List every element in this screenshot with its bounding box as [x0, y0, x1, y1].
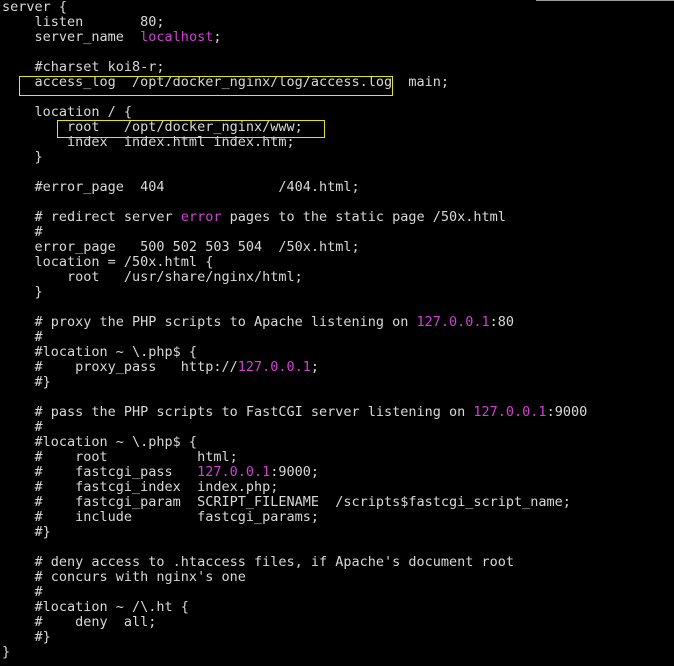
highlighted-token: localhost: [140, 29, 214, 45]
code-text: listen 80;: [2, 14, 165, 30]
code-line: }: [2, 150, 587, 165]
highlighted-token: 127.0.0.1: [237, 359, 311, 375]
code-line: # fastcgi_index index.php;: [2, 480, 587, 495]
code-text: #: [2, 584, 43, 600]
code-line: #: [2, 585, 587, 600]
code-text: #location ~ /\.ht {: [2, 599, 189, 615]
code-text: # fastcgi_pass: [2, 464, 198, 480]
code-line: # deny all;: [2, 615, 587, 630]
code-line: root /usr/share/nginx/html;: [2, 270, 587, 285]
code-text: # deny access to .htaccess files, if Apa…: [2, 554, 515, 570]
code-line: #: [2, 420, 587, 435]
highlighted-token: error: [180, 209, 222, 225]
code-text: #: [2, 329, 43, 345]
code-text: # deny all;: [2, 614, 157, 630]
code-text: #charset koi8-r;: [2, 59, 165, 75]
highlighted-token: 127.0.0.1: [473, 404, 547, 420]
code-line: #}: [2, 630, 587, 645]
code-text: #location ~ \.php$ {: [2, 344, 198, 360]
code-text: # include fastcgi_params;: [2, 509, 319, 525]
code-text: # concurs with nginx's one: [2, 569, 246, 585]
terminal-window[interactable]: server { listen 80; server_name localhos…: [0, 0, 674, 666]
code-line: # fastcgi_param SCRIPT_FILENAME /scripts…: [2, 495, 587, 510]
code-text: ;: [213, 29, 222, 45]
code-line: error_page 500 502 503 504 /50x.html;: [2, 240, 587, 255]
code-line: }: [2, 645, 587, 660]
code-line: # fastcgi_pass 127.0.0.1:9000;: [2, 465, 587, 480]
code-line: server_name localhost;: [2, 30, 587, 45]
code-line: #: [2, 225, 587, 240]
code-text: # pass the PHP scripts to FastCGI server…: [2, 404, 474, 420]
code-line: #error_page 404 /404.html;: [2, 180, 587, 195]
code-text: #}: [2, 374, 51, 390]
code-text: :9000;: [270, 464, 320, 480]
code-text: #: [2, 419, 43, 435]
code-text: location / {: [2, 104, 133, 120]
code-text: # root html;: [2, 449, 238, 465]
code-line: location = /50x.html {: [2, 255, 587, 270]
code-text: }: [2, 284, 43, 300]
code-text: :9000: [546, 404, 588, 420]
code-line: #: [2, 330, 587, 345]
nginx-config-text[interactable]: server { listen 80; server_name localhos…: [2, 0, 587, 660]
code-text: server_name: [2, 29, 141, 45]
code-line: # root html;: [2, 450, 587, 465]
code-line: # concurs with nginx's one: [2, 570, 587, 585]
code-text: # fastcgi_param SCRIPT_FILENAME /scripts…: [2, 494, 571, 510]
code-line: # include fastcgi_params;: [2, 510, 587, 525]
code-text: :80: [489, 314, 515, 330]
code-line: #location ~ \.php$ {: [2, 435, 587, 450]
code-text: # proxy_pass http://: [2, 359, 238, 375]
code-text: location = /50x.html {: [2, 254, 214, 270]
highlighted-token: 127.0.0.1: [416, 314, 490, 330]
root-path-highlight-box: [57, 120, 325, 138]
code-text: # proxy the PHP scripts to Apache listen…: [2, 314, 417, 330]
code-text: #}: [2, 629, 51, 645]
code-line: # redirect server error pages to the sta…: [2, 210, 587, 225]
code-text: #location ~ \.php$ {: [2, 434, 198, 450]
code-line: #}: [2, 375, 587, 390]
code-line: }: [2, 285, 587, 300]
code-line: # deny access to .htaccess files, if Apa…: [2, 555, 587, 570]
code-text: ;: [310, 359, 319, 375]
code-text: }: [2, 149, 43, 165]
code-text: pages to the static page /50x.html: [221, 209, 506, 225]
highlighted-token: 127.0.0.1: [197, 464, 271, 480]
code-text: error_page 500 502 503 504 /50x.html;: [2, 239, 360, 255]
code-text: server {: [2, 0, 68, 15]
code-line: #location ~ /\.ht {: [2, 600, 587, 615]
code-line: # proxy the PHP scripts to Apache listen…: [2, 315, 587, 330]
code-text: root /usr/share/nginx/html;: [2, 269, 303, 285]
code-line: # proxy_pass http://127.0.0.1;: [2, 360, 587, 375]
code-line: listen 80;: [2, 15, 587, 30]
code-line: #}: [2, 525, 587, 540]
code-text: # redirect server: [2, 209, 181, 225]
code-text: #}: [2, 524, 51, 540]
code-line: server {: [2, 0, 587, 15]
code-text: #error_page 404 /404.html;: [2, 179, 360, 195]
access-log-highlight-box: [19, 76, 393, 96]
code-line: #location ~ \.php$ {: [2, 345, 587, 360]
code-line: #charset koi8-r;: [2, 60, 587, 75]
code-text: # fastcgi_index index.php;: [2, 479, 279, 495]
code-line: # pass the PHP scripts to FastCGI server…: [2, 404, 588, 420]
code-line: location / {: [2, 105, 587, 120]
code-text: #: [2, 224, 43, 240]
